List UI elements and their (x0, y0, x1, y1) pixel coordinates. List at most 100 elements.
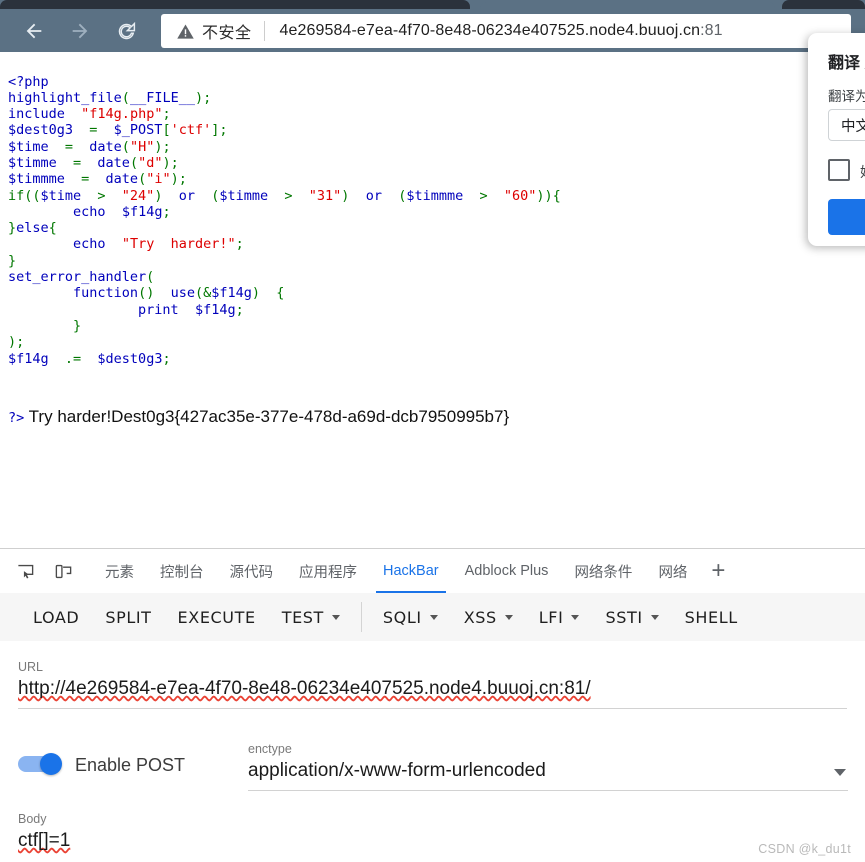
hackbar-button-label: TEST (281, 607, 324, 627)
inspect-element-icon[interactable] (10, 556, 40, 586)
php-token: "Try harder!" (121, 236, 236, 253)
translate-popup[interactable]: 翻译 英 翻译为 中文 始 (808, 33, 865, 246)
hackbar-split-button[interactable]: SPLIT (92, 593, 164, 641)
address-bar[interactable]: 不安全 4e269584-e7ea-4f70-8e48-06234e407525… (161, 14, 851, 48)
php-token (65, 106, 81, 122)
php-token: print (138, 301, 179, 318)
hackbar-button-label: LOAD (33, 607, 80, 627)
php-token: ; (235, 236, 244, 253)
hackbar-enctype-field: enctype application/x-www-form-urlencode… (248, 741, 848, 791)
php-token (8, 285, 73, 301)
hackbar-lfi-button[interactable]: LFI (526, 593, 593, 641)
reload-button[interactable] (113, 18, 139, 44)
php-token: } (8, 252, 17, 269)
php-token: ( (129, 154, 139, 171)
address-bar-host: 4e269584-e7ea-4f70-8e48-06234e407525.nod… (279, 22, 701, 39)
browser-tab-active[interactable] (480, 2, 775, 9)
php-token (8, 302, 138, 318)
php-token: ( (146, 269, 155, 286)
php-token: ; (162, 106, 171, 123)
php-token: ( (121, 89, 130, 106)
devtools-tab-网络条件[interactable]: 网络条件 (561, 549, 645, 593)
php-token: $dest0g3 (8, 122, 74, 139)
devtools-tab-应用程序[interactable]: 应用程序 (286, 549, 370, 593)
hackbar-load-button[interactable]: LOAD (20, 593, 92, 641)
inspect-element-glyph (17, 564, 33, 578)
php-token: $timme (219, 187, 269, 204)
chevron-down-icon[interactable] (571, 614, 580, 620)
address-bar-port: :81 (700, 22, 723, 39)
translate-always-checkbox[interactable] (828, 159, 850, 181)
chevron-down-icon[interactable] (834, 769, 846, 776)
translate-popup-title: 翻译 英 (828, 55, 865, 72)
device-toolbar-icon[interactable] (48, 556, 78, 586)
hackbar-body-input[interactable]: ctf[]=1 (18, 827, 847, 855)
hackbar-test-button[interactable]: TEST (269, 593, 353, 641)
browser-tab-background-right[interactable] (782, 0, 865, 9)
hackbar-body-field: Body ctf[]=1 (18, 811, 847, 855)
devtools-tab-网络[interactable]: 网络 (645, 549, 700, 593)
php-token (106, 236, 122, 252)
translate-accept-button[interactable] (828, 199, 865, 235)
php-token: { (48, 220, 57, 237)
php-token: $f14g (8, 350, 49, 367)
security-status-chip[interactable]: 不安全 (161, 14, 264, 48)
page-output-text: ?> Try harder!Dest0g3{427ac35e-377e-478d… (8, 407, 509, 427)
php-token: } (8, 220, 17, 237)
browser-tab-background-left[interactable] (0, 0, 470, 9)
php-token: __FILE__ (129, 89, 195, 106)
chevron-down-icon[interactable] (504, 614, 513, 620)
hackbar-button-label: XSS (463, 607, 497, 627)
php-token: date (97, 154, 130, 171)
hackbar-sqli-button[interactable]: SQLI (370, 593, 451, 641)
php-token: $timmme (406, 187, 464, 204)
php-token: $dest0g3 (97, 350, 163, 367)
php-token: "60" (503, 187, 537, 204)
hackbar-ssti-button[interactable]: SSTI (592, 593, 671, 641)
hackbar-xss-button[interactable]: XSS (451, 593, 526, 641)
hackbar-url-input[interactable]: http://4e269584-e7ea-4f70-8e48-06234e407… (18, 675, 847, 703)
enable-post-label: Enable POST (75, 755, 186, 775)
php-token: > (268, 187, 309, 204)
hackbar-execute-button[interactable]: EXECUTE (165, 593, 269, 641)
php-token: $f14g (121, 203, 163, 220)
hackbar-button-label: SPLIT (105, 607, 152, 627)
devtools-add-tab-button[interactable]: + (700, 549, 736, 593)
php-token: ; (162, 203, 171, 220)
devtools-tab-label: 控制台 (160, 564, 204, 581)
chevron-down-icon[interactable] (650, 614, 659, 620)
chevron-down-icon[interactable] (331, 614, 340, 620)
devtools-tab-元素[interactable]: 元素 (92, 549, 147, 593)
devtools-tab-label: HackBar (383, 563, 439, 579)
reload-icon (118, 21, 135, 39)
php-token: "31" (308, 187, 342, 204)
php-token: 'ctf' (170, 122, 212, 139)
translate-language-select[interactable]: 中文 (828, 109, 865, 141)
back-button[interactable] (21, 18, 47, 44)
devtools-tab-label: 应用程序 (299, 564, 357, 581)
hackbar-shell-button[interactable]: SHELL (672, 593, 751, 641)
devtools-tab-label: 网络 (658, 564, 688, 581)
php-token: echo (73, 236, 106, 253)
php-token: = (56, 154, 98, 171)
flag-text: Try harder!Dest0g3{427ac35e-377e-478d-a6… (24, 407, 510, 426)
php-token: include (8, 106, 65, 123)
php-token: ; (235, 301, 244, 318)
address-bar-url[interactable]: 4e269584-e7ea-4f70-8e48-06234e407525.nod… (265, 22, 723, 40)
devtools-panel: 元素 控制台 源代码 应用程序 HackBar Adblock Plus 网络条件 网络 + … (0, 548, 865, 862)
php-token: or (178, 187, 195, 204)
devtools-tab-控制台[interactable]: 控制台 (147, 549, 217, 593)
hackbar-enctype-row[interactable]: application/x-www-form-urlencoded (248, 757, 848, 785)
devtools-tab-label: Adblock Plus (464, 563, 549, 579)
devtools-tab-源代码[interactable]: 源代码 (217, 549, 287, 593)
devtools-tab-adblock-plus[interactable]: Adblock Plus (452, 549, 562, 593)
enable-post-toggle[interactable] (18, 753, 64, 775)
devtools-tab-hackbar[interactable]: HackBar (370, 549, 452, 593)
php-token: $f14g (211, 285, 252, 302)
hackbar-body-value: ctf[]=1 (18, 830, 71, 851)
chevron-down-icon[interactable] (429, 614, 438, 620)
hackbar-enctype-value[interactable]: application/x-www-form-urlencoded (248, 757, 546, 785)
forward-button[interactable] (67, 18, 93, 44)
php-token: ( (194, 187, 220, 204)
php-token: = (48, 138, 90, 155)
